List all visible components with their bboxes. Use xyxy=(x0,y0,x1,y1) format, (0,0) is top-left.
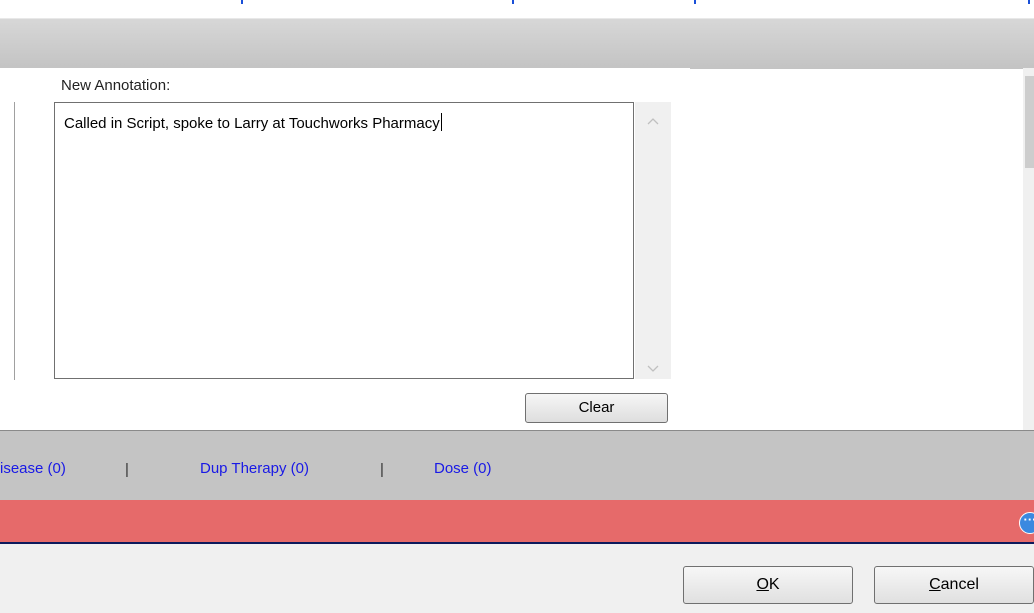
annotation-textarea[interactable]: Called in Script, spoke to Larry at Touc… xyxy=(54,102,634,379)
alert-links-bar: isease (0) | Dup Therapy (0) | Dose (0) xyxy=(0,430,1034,500)
disease-alert-link[interactable]: isease (0) xyxy=(0,460,66,477)
link-fragment xyxy=(241,0,243,4)
scrollbar-thumb[interactable] xyxy=(1025,76,1034,168)
clear-button[interactable]: Clear xyxy=(525,393,668,423)
annotation-scrollbar[interactable] xyxy=(635,102,671,379)
ellipsis-circle-icon[interactable]: ··· xyxy=(1019,512,1034,534)
link-fragment xyxy=(694,0,696,4)
link-fragment xyxy=(1028,0,1030,4)
dup-therapy-alert-link[interactable]: Dup Therapy (0) xyxy=(200,460,309,477)
link-fragment xyxy=(512,0,514,4)
header-bar xyxy=(0,18,1034,69)
dose-alert-link[interactable]: Dose (0) xyxy=(434,460,492,477)
left-pane-edge xyxy=(0,102,15,380)
top-strip xyxy=(0,0,1034,6)
chevron-down-icon[interactable] xyxy=(635,360,671,376)
link-separator: | xyxy=(125,461,129,478)
annotation-label: New Annotation: xyxy=(61,77,171,94)
chevron-up-icon[interactable] xyxy=(635,112,671,128)
cancel-button[interactable]: Cancel xyxy=(874,566,1034,604)
annotation-text[interactable]: Called in Script, spoke to Larry at Touc… xyxy=(64,113,442,132)
dialog-footer: OK Cancel xyxy=(0,544,1034,613)
ok-button[interactable]: OK xyxy=(683,566,853,604)
link-separator: | xyxy=(380,461,384,478)
text-caret xyxy=(440,113,442,131)
page-scrollbar[interactable] xyxy=(1023,68,1034,430)
alert-banner: ··· xyxy=(0,500,1034,544)
